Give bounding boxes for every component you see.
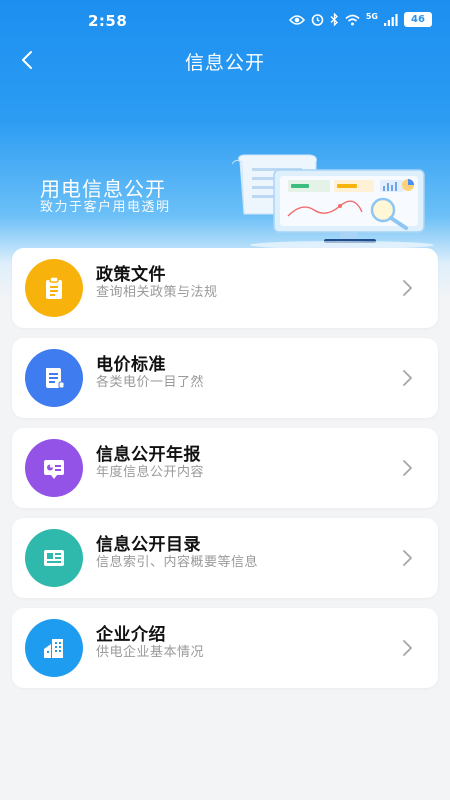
info-list: 政策文件 查询相关政策与法规 电价标准 各类电价一目了然 信息公开年报 年度信息… [12,248,438,698]
card-icon-circle [25,529,83,587]
price-list-icon [46,368,65,389]
bluetooth-icon [330,13,338,26]
signal-icon [384,13,398,26]
card-subtitle: 年度信息公开内容 [96,465,205,480]
card-subtitle: 各类电价一目了然 [96,375,205,390]
network-type: 5G [365,12,378,21]
list-item-policy-documents[interactable]: 政策文件 查询相关政策与法规 [12,248,438,328]
building-icon [44,639,63,658]
banner-subtitle: 致力于客户用电透明 [40,200,171,215]
card-subtitle: 信息索引、内容概要等信息 [96,555,259,570]
wifi-icon [345,14,360,25]
battery-icon: 46 [404,12,432,27]
card-icon-circle [25,439,83,497]
list-item-electricity-price[interactable]: 电价标准 各类电价一目了然 [12,338,438,418]
list-item-company-intro[interactable]: 企业介绍 供电企业基本情况 [12,608,438,688]
data-dashboard-illustration [231,154,434,249]
eye-icon [288,14,305,25]
status-time: 2:58 [88,12,128,30]
chevron-right-icon [403,280,412,296]
chevron-right-icon [403,370,412,386]
card-icon-circle [25,349,83,407]
card-icon-circle [25,259,83,317]
page-title: 信息公开 [184,52,265,74]
chevron-right-icon [403,550,412,566]
card-subtitle: 供电企业基本情况 [96,645,205,660]
list-item-annual-report[interactable]: 信息公开年报 年度信息公开内容 [12,428,438,508]
list-item-info-catalog[interactable]: 信息公开目录 信息索引、内容概要等信息 [12,518,438,598]
chevron-right-icon [403,460,412,476]
chevron-right-icon [403,640,412,656]
nav-bar: 信息公开 [0,44,450,76]
alarm-icon [311,14,324,26]
card-icon-circle [25,619,83,677]
document-clipboard-icon [46,276,62,299]
card-subtitle: 查询相关政策与法规 [96,285,218,300]
status-bar: 2:58 5G 46 [0,0,450,44]
catalog-card-icon [44,550,64,566]
presentation-board-icon [44,460,64,479]
status-icons: 5G 46 [288,12,432,27]
